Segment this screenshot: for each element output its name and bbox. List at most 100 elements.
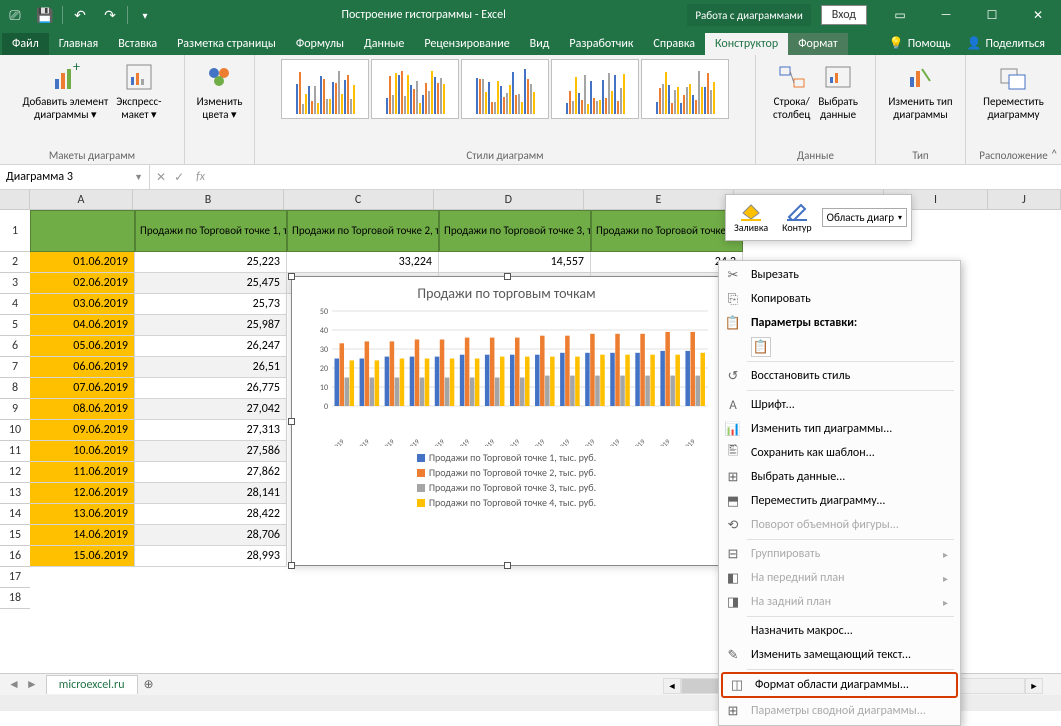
col-header[interactable]: D <box>434 190 584 209</box>
row-header[interactable]: 10 <box>0 420 30 441</box>
date-cell[interactable]: 03.06.2019 <box>30 294 135 315</box>
row-header[interactable]: 6 <box>0 336 30 357</box>
row-header[interactable]: 11 <box>0 441 30 462</box>
ctx-copy[interactable]: ⎘Копировать <box>719 287 960 311</box>
value-cell[interactable]: 28,141 <box>135 483 287 504</box>
value-cell[interactable]: 27,313 <box>135 420 287 441</box>
style-thumb[interactable] <box>641 59 729 119</box>
next-sheet-icon[interactable]: ► <box>26 677 38 692</box>
row-header[interactable]: 2 <box>0 252 30 273</box>
value-cell[interactable]: 28,993 <box>135 546 287 567</box>
date-cell[interactable]: 12.06.2019 <box>30 483 135 504</box>
undo-icon[interactable]: ↶ <box>65 0 95 30</box>
ctx-font[interactable]: AШрифт... <box>719 393 960 417</box>
row-header[interactable]: 7 <box>0 357 30 378</box>
value-cell[interactable]: 28,706 <box>135 525 287 546</box>
row-header[interactable]: 5 <box>0 315 30 336</box>
signin-button[interactable]: Вход <box>821 5 867 25</box>
ctx-cut[interactable]: ✂Вырезать <box>719 263 960 287</box>
tab-file[interactable]: Файл <box>2 33 49 55</box>
date-cell[interactable]: 10.06.2019 <box>30 441 135 462</box>
chart-legend[interactable]: Продажи по Торговой точке 1, тыс. руб.Пр… <box>292 446 721 514</box>
date-cell[interactable]: 06.06.2019 <box>30 357 135 378</box>
row-header[interactable]: 17 <box>0 567 30 588</box>
cancel-formula-icon[interactable]: ✕ <box>156 170 166 185</box>
tab-formulas[interactable]: Формулы <box>286 33 354 55</box>
row-header[interactable]: 1 <box>0 210 30 252</box>
sheet-tab[interactable]: microexcel.ru <box>46 675 138 694</box>
ctx-save-template[interactable]: 🖺Сохранить как шаблон... <box>719 441 960 465</box>
add-chart-element-button[interactable]: + Добавить элемент диаграммы ▾ <box>18 59 112 123</box>
embedded-chart[interactable]: Продажи по торговым точкам 0102030405001… <box>291 276 722 566</box>
row-header[interactable]: 16 <box>0 546 30 567</box>
ctx-paste-btn[interactable]: 📋 <box>719 335 960 359</box>
enter-formula-icon[interactable]: ✓ <box>174 170 184 185</box>
date-cell[interactable]: 02.06.2019 <box>30 273 135 294</box>
tab-data[interactable]: Данные <box>354 33 414 55</box>
share-button[interactable]: 👤Поделиться <box>959 32 1053 55</box>
tab-chart-format[interactable]: Формат <box>788 33 847 55</box>
date-cell[interactable]: 08.06.2019 <box>30 399 135 420</box>
chart-styles-gallery[interactable] <box>281 59 729 127</box>
tab-developer[interactable]: Разработчик <box>559 33 643 55</box>
col-header[interactable]: J <box>988 190 1061 209</box>
date-cell[interactable]: 15.06.2019 <box>30 546 135 567</box>
col-header[interactable]: B <box>133 190 283 209</box>
scroll-left-icon[interactable]: ◄ <box>663 678 681 694</box>
date-cell[interactable]: 11.06.2019 <box>30 462 135 483</box>
quick-layout-button[interactable]: Экспресс- макет ▾ <box>112 59 165 123</box>
ctx-reset-style[interactable]: ↺Восстановить стиль <box>719 364 960 388</box>
ctx-format-chart-area[interactable]: ◫Формат области диаграммы... <box>721 672 958 698</box>
change-colors-button[interactable]: Изменить цвета ▾ <box>193 59 247 123</box>
collapse-ribbon-icon[interactable]: ^ <box>1052 147 1057 160</box>
value-cell[interactable]: 25,475 <box>135 273 287 294</box>
name-box[interactable]: Диаграмма 3▼ <box>0 165 150 189</box>
row-header[interactable]: 9 <box>0 399 30 420</box>
value-cell[interactable]: 26,247 <box>135 336 287 357</box>
value-cell[interactable]: 26,51 <box>135 357 287 378</box>
row-header[interactable]: 15 <box>0 525 30 546</box>
date-cell[interactable]: 14.06.2019 <box>30 525 135 546</box>
value-cell[interactable]: 14,557 <box>439 252 591 273</box>
style-thumb[interactable] <box>461 59 549 119</box>
outline-button[interactable]: Контур <box>778 199 816 236</box>
value-cell[interactable]: 25,987 <box>135 315 287 336</box>
select-all-corner[interactable] <box>0 190 30 210</box>
tab-view[interactable]: Вид <box>520 33 560 55</box>
ctx-move-chart[interactable]: ⬒Переместить диаграмму... <box>719 489 960 513</box>
new-sheet-icon[interactable]: ⊕ <box>138 677 160 692</box>
date-cell[interactable]: 05.06.2019 <box>30 336 135 357</box>
value-cell[interactable]: 27,042 <box>135 399 287 420</box>
ribbon-options-icon[interactable]: ▭ <box>877 0 923 30</box>
ctx-change-chart-type[interactable]: 📊Изменить тип диаграммы... <box>719 417 960 441</box>
date-cell[interactable]: 04.06.2019 <box>30 315 135 336</box>
header-cell[interactable]: Продажи по Торговой точке 3, тыс. руб. <box>439 210 591 252</box>
header-cell[interactable] <box>30 210 135 252</box>
value-cell[interactable]: 33,224 <box>287 252 439 273</box>
fx-icon[interactable]: fx <box>192 170 209 184</box>
chart-element-dropdown[interactable]: Область диагр▾ <box>822 208 907 227</box>
value-cell[interactable]: 27,586 <box>135 441 287 462</box>
prev-sheet-icon[interactable]: ◄ <box>8 677 20 692</box>
switch-row-col-button[interactable]: Строка/ столбец <box>769 59 814 123</box>
ctx-assign-macro[interactable]: Назначить макрос... <box>719 619 960 643</box>
header-cell[interactable]: Продажи по Торговой точке 2, тыс. руб. <box>287 210 439 252</box>
minimize-icon[interactable]: — <box>923 0 969 30</box>
select-data-button[interactable]: Выбрать данные <box>814 59 862 123</box>
tab-insert[interactable]: Вставка <box>108 33 167 55</box>
change-chart-type-button[interactable]: Изменить тип диаграммы <box>884 59 956 123</box>
date-cell[interactable]: 09.06.2019 <box>30 420 135 441</box>
row-header[interactable]: 18 <box>0 588 30 609</box>
value-cell[interactable]: 28,422 <box>135 504 287 525</box>
tab-chart-design[interactable]: Конструктор <box>705 33 788 55</box>
date-cell[interactable]: 01.06.2019 <box>30 252 135 273</box>
move-chart-button[interactable]: Переместить диаграмму <box>979 59 1048 123</box>
redo-icon[interactable]: ↷ <box>95 0 125 30</box>
chart-title[interactable]: Продажи по торговым точкам <box>292 277 721 306</box>
autosave-icon[interactable]: ⎚ <box>0 0 30 30</box>
row-header[interactable]: 4 <box>0 294 30 315</box>
tab-review[interactable]: Рецензирование <box>414 33 519 55</box>
ctx-select-data[interactable]: ⊞Выбрать данные... <box>719 465 960 489</box>
date-cell[interactable]: 13.06.2019 <box>30 504 135 525</box>
row-header[interactable]: 13 <box>0 483 30 504</box>
